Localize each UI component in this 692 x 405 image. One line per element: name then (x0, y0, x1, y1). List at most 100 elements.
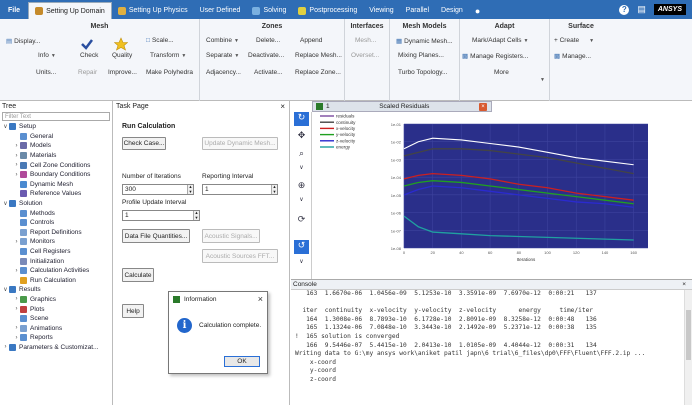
replace-zone-button[interactable]: Replace Zone... (295, 69, 341, 76)
zoom-fit-icon[interactable]: ⊕ (294, 180, 309, 194)
probe-icon[interactable]: ↺ (294, 240, 309, 254)
quality-button[interactable]: Quality (112, 52, 132, 59)
acoustic-sources-fft-button[interactable]: Acoustic Sources FFT... (202, 249, 278, 263)
combine-button[interactable]: Combine ▼ (206, 37, 239, 44)
console-output[interactable]: 163 1.6670e-06 1.0456e-09 5.1253e-10 3.3… (291, 290, 684, 405)
close-icon[interactable]: × (479, 102, 487, 111)
mixing-planes-button[interactable]: Mixing Planes... (398, 52, 444, 59)
tree-item[interactable]: › Reports (0, 333, 112, 343)
tree-item[interactable]: Dynamic Mesh (0, 180, 112, 190)
tree-item[interactable]: ∨ Solution (0, 199, 112, 209)
data-file-quantities-button[interactable]: Data File Quantities... (122, 229, 190, 243)
tab-user-defined[interactable]: User Defined (194, 2, 247, 19)
help-icon[interactable]: ? (619, 4, 630, 15)
tree-item[interactable]: Controls (0, 218, 112, 228)
profile-update-spinner[interactable]: ▲ ▼ (193, 210, 199, 220)
tree-item[interactable]: › Calculation Activities (0, 266, 112, 276)
scrollbar-thumb[interactable] (686, 310, 691, 360)
chevron-right-icon[interactable]: › (13, 162, 20, 168)
chevron-down-icon[interactable]: ∨ (294, 258, 309, 272)
units-button[interactable]: Units... (36, 69, 56, 76)
chevron-right-icon[interactable]: › (13, 306, 20, 312)
chevron-down-icon[interactable]: ∨ (2, 286, 9, 293)
make-polyhedra-button[interactable]: Make Polyhedra (146, 69, 193, 76)
more-button[interactable]: More (494, 69, 509, 76)
info-button[interactable]: Info ▼ (38, 52, 56, 59)
chevron-down-icon[interactable]: ∨ (294, 164, 309, 178)
tab-file[interactable]: File (0, 2, 29, 19)
tree-item[interactable]: Run Calculation (0, 276, 112, 286)
check-case-button[interactable]: Check Case... (122, 137, 166, 150)
tab-viewing[interactable]: Viewing (363, 2, 399, 19)
tree-item[interactable]: › Plots (0, 304, 112, 314)
tree-item[interactable]: Initialization (0, 256, 112, 266)
manage-surface-button[interactable]: ▩ Manage... (554, 52, 591, 61)
turbo-topology-button[interactable]: Turbo Topology... (398, 69, 447, 76)
deactivate-button[interactable]: Deactivate... (248, 52, 284, 59)
help-button[interactable]: Help (122, 304, 144, 318)
layout-icon[interactable]: ▤ (637, 4, 646, 15)
chevron-right-icon[interactable]: › (13, 239, 20, 245)
profile-update-interval-input[interactable]: 1 ▲ ▼ (122, 210, 200, 221)
display-button[interactable]: ▤ Display... (6, 37, 40, 46)
ok-button[interactable]: OK (224, 356, 260, 367)
chevron-right-icon[interactable]: › (13, 143, 20, 149)
chevron-right-icon[interactable]: › (13, 325, 20, 331)
tree-item[interactable]: Scene (0, 314, 112, 324)
tree-item[interactable]: › Parameters & Customizat... (0, 343, 112, 353)
more-dropdown[interactable]: ▼ (540, 77, 545, 83)
chevron-right-icon[interactable]: › (13, 335, 20, 341)
separate-button[interactable]: Separate ▼ (206, 52, 239, 59)
iterations-spinner[interactable]: ▲ ▼ (187, 184, 193, 194)
transform-button[interactable]: Transform ▼ (150, 52, 186, 59)
improve-button[interactable]: Improve... (108, 69, 137, 76)
reporting-interval-input[interactable]: 1 ▲ ▼ (202, 184, 278, 195)
create-surface-button[interactable]: + Create ▼ (554, 37, 594, 44)
chevron-down-icon[interactable]: ∨ (2, 200, 9, 207)
chevron-down-icon[interactable]: ∨ (2, 123, 9, 130)
adjacency-button[interactable]: Adjacency... (206, 69, 241, 76)
scaled-residuals-tab[interactable]: 1 Scaled Residuals × (312, 101, 492, 112)
chevron-right-icon[interactable]: › (2, 344, 9, 350)
tab-solving[interactable]: Solving (246, 2, 292, 19)
chevron-right-icon[interactable]: › (13, 268, 20, 274)
tree-filter-input[interactable]: Filter Text (2, 112, 110, 121)
tree-item[interactable]: ∨ Results (0, 285, 112, 295)
views-icon[interactable]: ⟳ (294, 214, 309, 228)
tree-item[interactable]: Methods (0, 208, 112, 218)
tab-postprocessing[interactable]: Postprocessing (292, 2, 363, 19)
replace-mesh-button[interactable]: Replace Mesh... (295, 52, 342, 59)
tab-parallel[interactable]: Parallel (400, 2, 435, 19)
tree-item[interactable]: Cell Registers (0, 247, 112, 257)
dynamic-mesh-button[interactable]: ▦ Dynamic Mesh... (396, 37, 453, 46)
delete-button[interactable]: Delete... (256, 37, 280, 44)
tree-item[interactable]: › Monitors (0, 237, 112, 247)
chevron-down-icon[interactable]: ∨ (294, 196, 309, 210)
tree-item[interactable]: Report Definitions (0, 228, 112, 238)
interfaces-mesh-button[interactable]: Mesh... (355, 37, 376, 44)
check-button[interactable]: Check (80, 52, 98, 59)
rotate-icon[interactable]: ↻ (294, 112, 309, 126)
tree-item[interactable]: › Cell Zone Conditions (0, 160, 112, 170)
manage-registers-button[interactable]: ▩ Manage Registers... (462, 52, 528, 61)
tree-item[interactable]: ∨ Setup (0, 122, 112, 132)
tree-item[interactable]: Reference Values (0, 189, 112, 199)
scale-button[interactable]: □ Scale... (146, 37, 174, 44)
tree-item[interactable]: › Animations (0, 323, 112, 333)
append-button[interactable]: Append (300, 37, 322, 44)
acoustic-signals-button[interactable]: Acoustic Signals... (202, 229, 260, 243)
close-icon[interactable]: × (280, 102, 285, 111)
console-scrollbar[interactable] (684, 290, 692, 405)
reporting-interval-spinner[interactable]: ▲ ▼ (271, 184, 277, 194)
overset-button[interactable]: Overset... (351, 52, 379, 59)
pan-icon[interactable]: ✥ (294, 130, 309, 144)
close-icon[interactable]: × (682, 281, 686, 288)
chevron-right-icon[interactable]: › (13, 296, 20, 302)
tree-item[interactable]: General (0, 132, 112, 142)
tree-item[interactable]: › Models (0, 141, 112, 151)
activate-button[interactable]: Activate... (254, 69, 283, 76)
chevron-right-icon[interactable]: › (13, 153, 20, 159)
calculate-button[interactable]: Calculate (122, 268, 154, 282)
chevron-right-icon[interactable]: › (13, 172, 20, 178)
close-icon[interactable]: × (258, 294, 263, 304)
